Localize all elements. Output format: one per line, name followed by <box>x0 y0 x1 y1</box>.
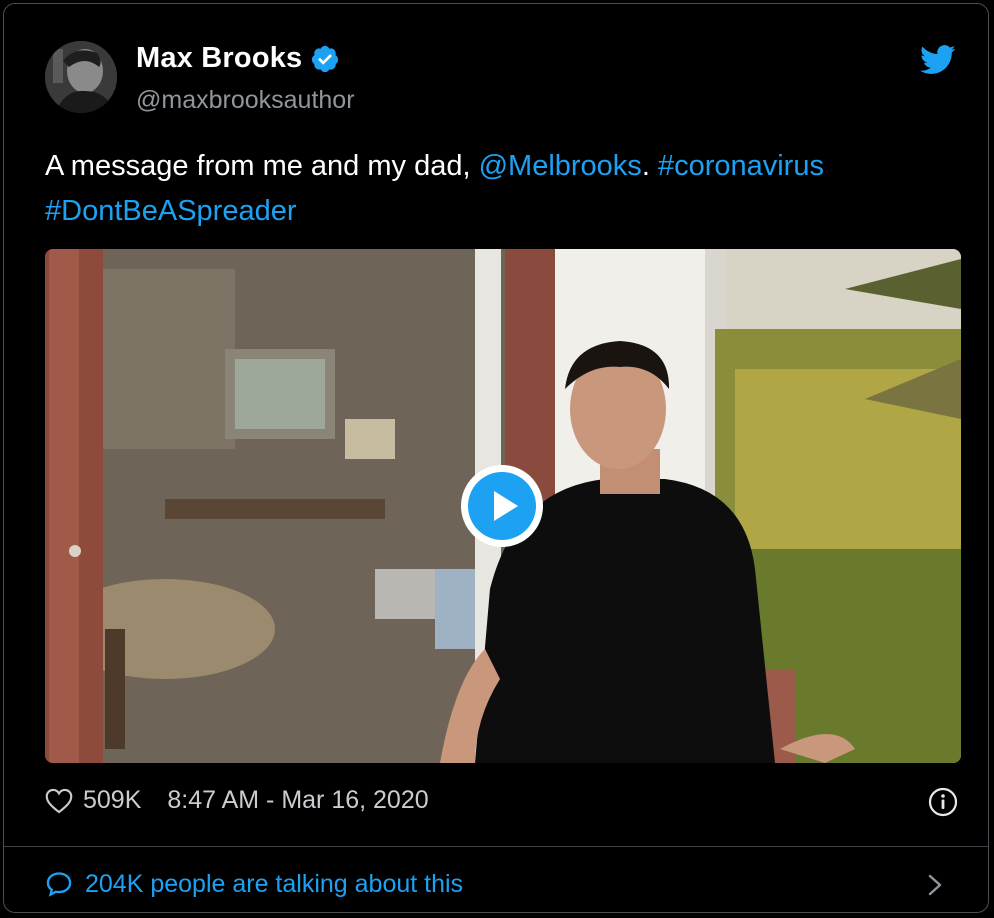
footer-divider <box>4 846 988 847</box>
tweet-text: A message from me and my dad, @Melbrooks… <box>45 144 945 234</box>
like-count[interactable]: 509K <box>83 786 141 815</box>
speech-bubble-icon <box>46 872 72 897</box>
video-player[interactable] <box>45 249 961 763</box>
play-icon <box>468 472 536 540</box>
author-handle[interactable]: @maxbrooksauthor <box>136 86 355 115</box>
twitter-bird-icon[interactable] <box>920 44 956 76</box>
tweet-card: Max Brooks @maxbrooksauthor A message fr… <box>3 3 989 913</box>
tweet-text-separator: . <box>641 150 658 182</box>
tweet-text-body: A message from me and my dad, <box>45 150 479 182</box>
verified-badge-icon <box>312 45 339 72</box>
tweet-timestamp[interactable]: 8:47 AM - Mar 16, 2020 <box>167 786 428 815</box>
chevron-right-icon[interactable] <box>924 872 946 898</box>
info-icon[interactable] <box>928 787 958 817</box>
hashtag-link-dontbeaspreader[interactable]: #DontBeASpreader <box>45 195 297 227</box>
avatar-image <box>45 41 117 113</box>
conversation-link[interactable]: 204K people are talking about this <box>45 866 958 902</box>
conversation-text[interactable]: 204K people are talking about this <box>85 870 463 899</box>
author-name-row[interactable]: Max Brooks <box>136 42 340 75</box>
heart-icon[interactable] <box>45 788 73 814</box>
avatar[interactable] <box>45 41 117 113</box>
mention-link[interactable]: @Melbrooks <box>479 150 642 182</box>
hashtag-link-coronavirus[interactable]: #coronavirus <box>658 150 824 182</box>
author-display-name[interactable]: Max Brooks <box>136 42 302 75</box>
tweet-meta-row: 509K 8:47 AM - Mar 16, 2020 <box>45 786 429 815</box>
play-button[interactable] <box>461 465 543 547</box>
